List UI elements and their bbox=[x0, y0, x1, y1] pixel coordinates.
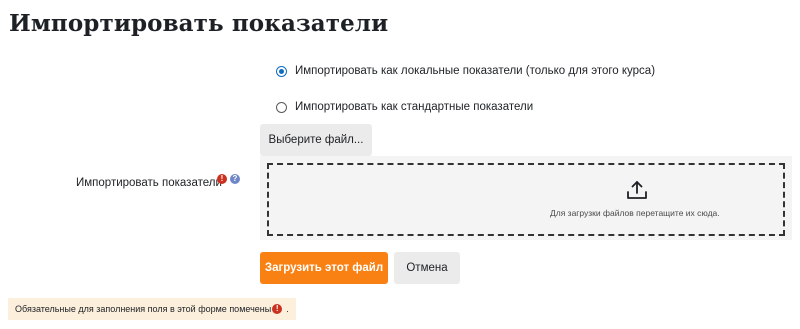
required-fields-note: Обязательные для заполнения поля в этой … bbox=[8, 298, 296, 320]
upload-icon bbox=[627, 181, 647, 199]
help-icon[interactable]: ? bbox=[230, 174, 240, 184]
required-note-end: . bbox=[286, 304, 289, 314]
page-title: Импортировать показатели bbox=[9, 10, 389, 37]
radio-local-label: Импортировать как локальные показатели (… bbox=[295, 65, 656, 77]
required-note-icon: ! bbox=[272, 304, 283, 314]
radio-import-standard[interactable]: Импортировать как стандартные показатели bbox=[276, 101, 533, 113]
required-icon: ! bbox=[217, 174, 227, 184]
dropzone-hint: Для загрузки файлов перетащите их сюда. bbox=[550, 208, 720, 218]
radio-standard-label: Импортировать как стандартные показатели bbox=[295, 101, 534, 113]
upload-file-button[interactable]: Загрузить этот файл bbox=[260, 252, 388, 284]
radio-local-indicator[interactable] bbox=[276, 65, 287, 77]
cancel-button[interactable]: Отмена bbox=[394, 252, 460, 284]
file-dropzone[interactable] bbox=[267, 163, 785, 236]
choose-file-button[interactable]: Выберите файл... bbox=[260, 124, 372, 156]
required-note-text: Обязательные для заполнения поля в этой … bbox=[15, 304, 272, 314]
radio-import-local[interactable]: Импортировать как локальные показатели (… bbox=[276, 65, 655, 77]
import-field-label: Импортировать показатели bbox=[76, 177, 222, 189]
radio-standard-indicator[interactable] bbox=[276, 101, 287, 113]
